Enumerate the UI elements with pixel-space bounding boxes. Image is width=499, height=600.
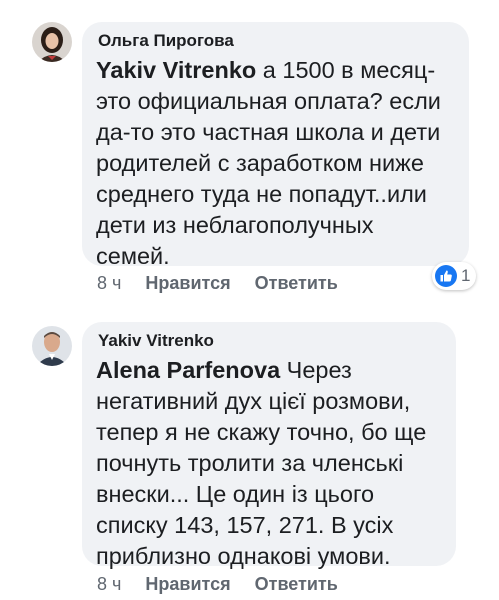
reaction-count: 1 — [461, 266, 471, 285]
comment-author[interactable]: Ольга Пирогова — [98, 30, 455, 52]
comment-1: Ольга Пирогова Yakiv Vitrenko а 1500 в м… — [0, 0, 499, 300]
mention-link[interactable]: Alena Parfenova — [96, 357, 280, 383]
comment-bubble: Ольга Пирогова Yakiv Vitrenko а 1500 в м… — [82, 22, 469, 269]
like-button[interactable]: Нравится — [145, 574, 230, 595]
comment-text: Yakiv Vitrenko а 1500 в месяц- это офици… — [96, 55, 455, 272]
comment-author[interactable]: Yakiv Vitrenko — [98, 330, 442, 352]
comment-timestamp[interactable]: 8 ч — [97, 574, 121, 595]
like-icon — [435, 265, 457, 287]
comment-text: Alena Parfenova Через негативний дух ціє… — [96, 355, 442, 572]
reaction-badge[interactable]: 1 — [432, 262, 477, 290]
comment-text-body: а 1500 в месяц- это официальная оплата? … — [96, 57, 441, 269]
comment-actions: 8 ч Нравится Ответить — [97, 273, 338, 294]
avatar-photo-icon — [32, 22, 72, 62]
avatar-photo-icon — [32, 326, 72, 366]
like-button[interactable]: Нравится — [145, 273, 230, 294]
comment-text-body: Через негативний дух цієї розмови, тепер… — [96, 357, 427, 569]
comment-bubble: Yakiv Vitrenko Alena Parfenova Через нег… — [82, 322, 456, 569]
mention-link[interactable]: Yakiv Vitrenko — [96, 57, 256, 83]
reply-button[interactable]: Ответить — [255, 574, 338, 595]
avatar[interactable] — [32, 22, 72, 62]
comment-timestamp[interactable]: 8 ч — [97, 273, 121, 294]
comment-actions: 8 ч Нравится Ответить — [97, 574, 338, 595]
reply-button[interactable]: Ответить — [255, 273, 338, 294]
comment-2: Yakiv Vitrenko Alena Parfenova Через нег… — [0, 300, 499, 600]
avatar[interactable] — [32, 326, 72, 366]
